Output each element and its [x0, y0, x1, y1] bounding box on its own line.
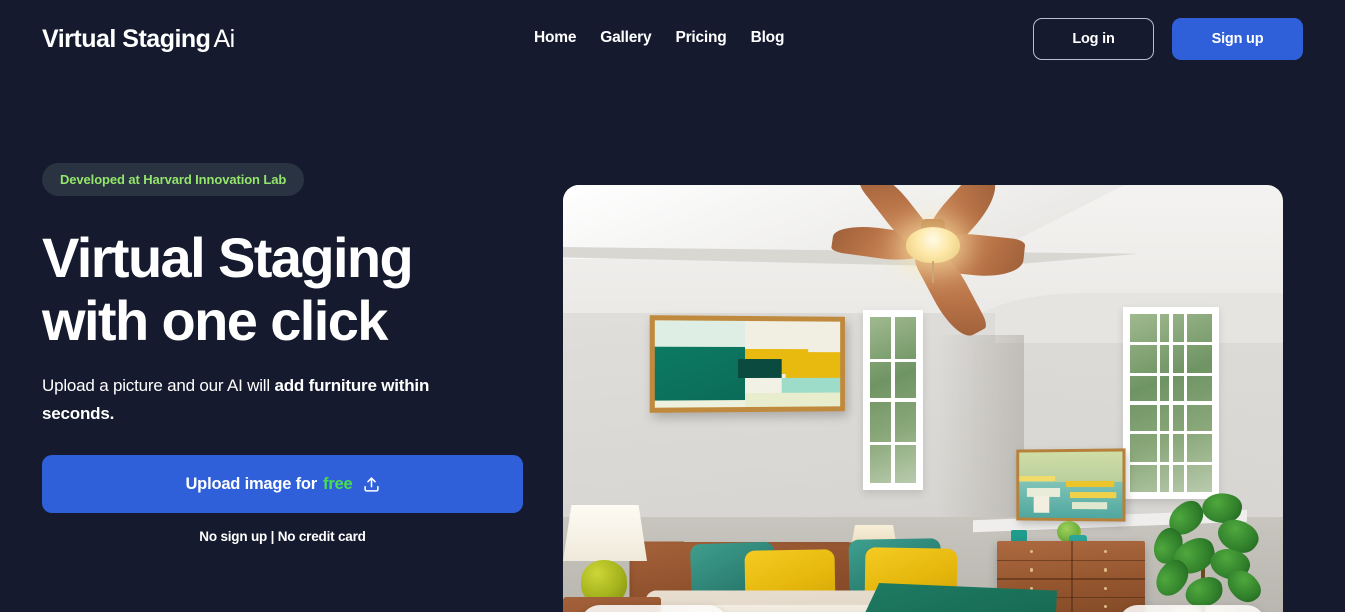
headline-line-2: with one click	[42, 289, 388, 352]
window-left	[863, 310, 923, 490]
login-button[interactable]: Log in	[1033, 18, 1154, 60]
brand-name-bold: Virtual Staging	[42, 24, 211, 53]
staged-room-preview: Bedroom Midcentury	[563, 185, 1283, 612]
upload-image-button[interactable]: Upload image for free	[42, 455, 523, 513]
window-mullion	[1130, 372, 1212, 376]
nav-item-blog[interactable]: Blog	[751, 29, 785, 47]
window-glass	[1130, 314, 1212, 492]
table-lamp-shade	[563, 505, 647, 561]
subtext-plain: Upload a picture and our AI will	[42, 376, 275, 395]
window-mullion	[1184, 314, 1188, 492]
primary-navigation: Home Gallery Pricing Blog	[534, 29, 784, 47]
window-mullion	[1157, 314, 1161, 492]
style-select[interactable]: Midcentury	[1118, 605, 1266, 612]
nav-item-gallery[interactable]: Gallery	[600, 29, 651, 47]
geometric-wall-art	[649, 315, 845, 413]
window-mullion	[1130, 461, 1212, 465]
window-right	[1123, 307, 1219, 499]
site-header: Virtual Staging Ai Home Gallery Pricing B…	[0, 0, 1345, 78]
headline-line-1: Virtual Staging	[42, 226, 414, 289]
fan-light-fixture	[906, 227, 960, 263]
cta-highlight: free	[323, 474, 353, 493]
hero-section: Developed at Harvard Innovation Lab Virt…	[0, 78, 1345, 612]
ceiling-fan	[830, 185, 1026, 344]
brand-logo[interactable]: Virtual Staging Ai	[42, 25, 235, 54]
brand-name-light: Ai	[213, 24, 235, 53]
page-title: Virtual Staging with one click	[42, 226, 522, 352]
cta-note: No sign up | No credit card	[199, 529, 366, 544]
window-mullion	[1130, 342, 1212, 346]
fan-pull-chain	[932, 261, 934, 283]
cta-label: Upload image for	[185, 474, 318, 493]
window-mullion	[870, 441, 916, 445]
window-glass	[870, 317, 916, 483]
hero-subtext: Upload a picture and our AI will add fur…	[42, 372, 472, 428]
hero-copy: Developed at Harvard Innovation Lab Virt…	[42, 78, 523, 544]
nav-item-pricing[interactable]: Pricing	[675, 29, 726, 47]
header-actions: Log in Sign up	[1033, 18, 1303, 60]
signup-button[interactable]: Sign up	[1172, 18, 1303, 60]
window-mullion	[1130, 431, 1212, 435]
status-badge: Developed at Harvard Innovation Lab	[42, 163, 305, 196]
room-type-select[interactable]: Bedroom	[580, 605, 728, 612]
upload-icon	[363, 476, 380, 493]
window-mullion	[870, 358, 916, 362]
fiddle-leaf-plant	[1143, 489, 1267, 612]
landscape-wall-art	[1016, 448, 1126, 522]
room-illustration	[563, 185, 1283, 612]
nav-item-home[interactable]: Home	[534, 29, 576, 47]
